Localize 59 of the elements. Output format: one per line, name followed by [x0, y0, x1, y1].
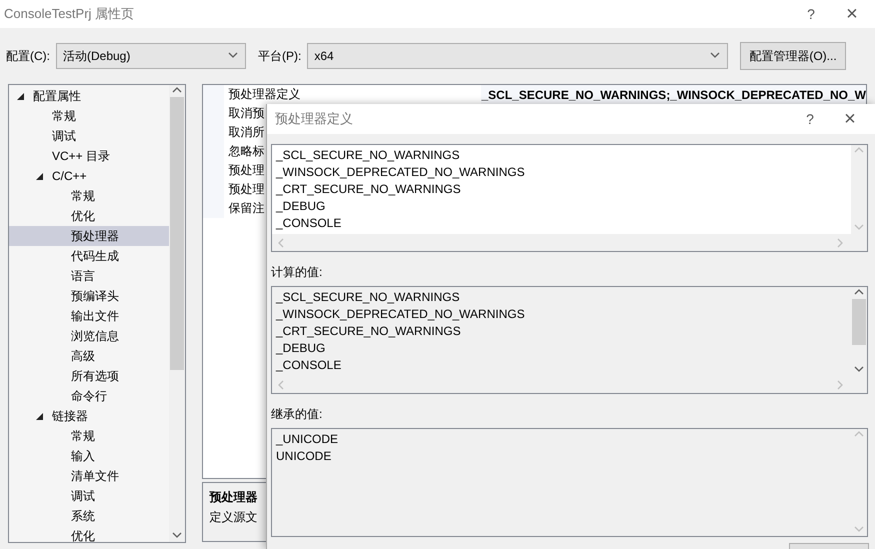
window-title: ConsoleTestPrj 属性页	[4, 5, 136, 23]
property-value[interactable]: _SCL_SECURE_NO_WARNINGS;_WINSOCK_DEPRECATED_NO_W	[481, 88, 866, 102]
tree-item[interactable]: C/C++	[9, 166, 170, 186]
tree-item[interactable]: 常规	[9, 426, 170, 446]
tree-item[interactable]: 预编译头	[9, 286, 170, 306]
section-label: 继承的值:	[271, 406, 324, 423]
tree-item[interactable]: 预处理器	[9, 226, 170, 246]
tree-item[interactable]: 优化	[9, 206, 170, 226]
config-label: 配置(C):	[6, 48, 50, 64]
platform-label: 平台(P):	[258, 48, 302, 64]
tree-item[interactable]: 高级	[9, 346, 170, 366]
tree-item[interactable]: 命令行	[9, 386, 170, 406]
scrollbar-thumb[interactable]	[852, 299, 866, 345]
list-line: UNICODE	[276, 448, 332, 465]
tree-item[interactable]: 调试	[9, 486, 170, 506]
list-line: _CRT_SECURE_NO_WARNINGS	[276, 181, 462, 198]
help-button[interactable]: ?	[793, 6, 829, 22]
description-text: 定义源文	[209, 509, 258, 526]
tree-item[interactable]: 调试	[9, 126, 170, 146]
config-manager-button[interactable]: 配置管理器(O)...	[740, 42, 846, 70]
list-line: _CONSOLE	[276, 357, 342, 374]
expanded-triangle-icon[interactable]	[17, 92, 24, 100]
list-line: _SCL_SECURE_NO_WARNINGS	[276, 289, 461, 306]
platform-dropdown[interactable]: x64	[307, 43, 728, 69]
section-label: 计算的值:	[271, 264, 324, 281]
tree-item[interactable]: 浏览信息	[9, 326, 170, 346]
tree-item[interactable]: VC++ 目录	[9, 146, 170, 166]
scrollbar-thumb[interactable]	[170, 97, 184, 370]
close-button[interactable]: ×	[825, 108, 875, 130]
config-dropdown[interactable]: 活动(Debug)	[56, 43, 246, 69]
tree-item[interactable]: 语言	[9, 266, 170, 286]
tree-item[interactable]: 输出文件	[9, 306, 170, 326]
dialog-title: 预处理器定义	[275, 110, 354, 128]
list-line: _WINSOCK_DEPRECATED_NO_WARNINGS	[276, 306, 526, 323]
tree-item[interactable]: 常规	[9, 186, 170, 206]
tree-item[interactable]: 输入	[9, 446, 170, 466]
value-list[interactable]: _SCL_SECURE_NO_WARNINGS _WINSOCK_DEPRECATED_NO_WARNINGS _CRT_SECURE_NO_WARNINGS _DEBUG _CONSOLE	[271, 286, 868, 394]
list-line: _CONSOLE	[276, 215, 342, 232]
list-line: _DEBUG	[276, 340, 326, 357]
tree-item[interactable]: 优化	[9, 526, 170, 542]
tree-item[interactable]: 链接器	[9, 406, 170, 426]
list-line: _SCL_SECURE_NO_WARNINGS	[276, 147, 461, 164]
list-line: _DEBUG	[276, 198, 326, 215]
close-button[interactable]: ×	[829, 2, 875, 26]
list-line: _WINSOCK_DEPRECATED_NO_WARNINGS	[276, 164, 526, 181]
tree-item[interactable]: 系统	[9, 506, 170, 526]
property-name[interactable]: 预处理器定义	[224, 85, 482, 104]
tree-item[interactable]: 所有选项	[9, 366, 170, 386]
tree-item[interactable]: 代码生成	[9, 246, 170, 266]
tree-item[interactable]: 配置属性	[9, 86, 170, 106]
description-title: 预处理器	[209, 489, 258, 506]
help-button[interactable]: ?	[795, 111, 825, 127]
expanded-triangle-icon[interactable]	[36, 412, 43, 420]
expanded-triangle-icon[interactable]	[36, 172, 43, 180]
tree-item[interactable]: 常规	[9, 106, 170, 126]
value-list[interactable]: _SCL_SECURE_NO_WARNINGS _WINSOCK_DEPRECATED_NO_WARNINGS _CRT_SECURE_NO_WARNINGS _DEBUG _CONSOLE	[271, 144, 868, 252]
list-line: _CRT_SECURE_NO_WARNINGS	[276, 323, 462, 340]
list-line: _UNICODE	[276, 431, 340, 448]
tree-item[interactable]: 清单文件	[9, 466, 170, 486]
